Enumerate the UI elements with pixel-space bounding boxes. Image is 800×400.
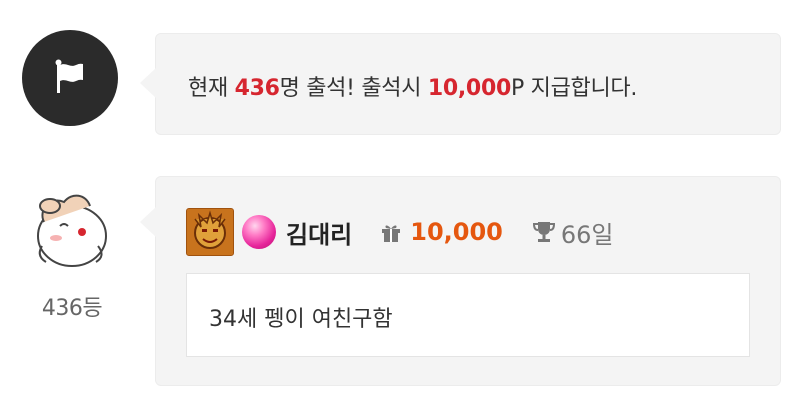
comment-message: 34세 펭이 여친구함 (209, 307, 393, 332)
user-avatar[interactable] (24, 180, 120, 276)
level-badge-icon (186, 208, 234, 256)
comment-user-row: 김대리 10,000 66일 (186, 207, 614, 257)
trophy-icon (531, 220, 557, 244)
comment-points: 10,000 (410, 218, 503, 246)
pink-gem-icon (242, 215, 276, 249)
attendance-notice-text: 현재 436명 출석! 출석시 10,000P 지급합니다. (188, 76, 638, 101)
comment-bubble: 김대리 10,000 66일 34세 펭이 여친구함 (140, 176, 781, 386)
comment-username[interactable]: 김대리 (286, 215, 352, 250)
gift-icon (380, 221, 402, 243)
attendance-days: 66일 (560, 220, 614, 249)
attendance-notice-bubble: 현재 436명 출석! 출석시 10,000P 지급합니다. (140, 33, 781, 135)
attendance-count: 436 (234, 76, 280, 101)
flag-icon (22, 30, 118, 126)
user-rank: 436등 (41, 296, 103, 321)
attendance-reward: 10,000 (427, 76, 511, 101)
comment-message-box: 34세 펭이 여친구함 (186, 273, 750, 357)
